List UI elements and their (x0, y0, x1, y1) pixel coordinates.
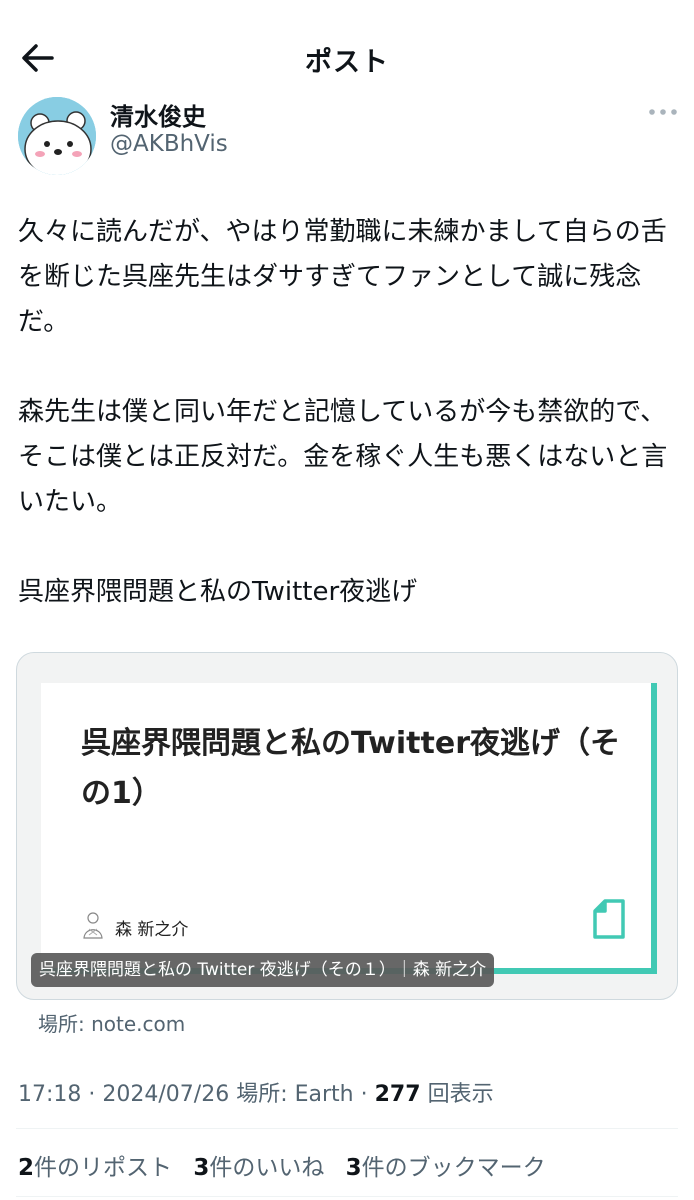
author-name[interactable]: 清水俊史 (110, 97, 206, 132)
post-date[interactable]: 2024/07/26 (102, 1082, 229, 1107)
note-document-icon (593, 899, 625, 939)
link-card[interactable]: 呉座界隈問題と私のTwitter夜逃げ（その1） 森 新之介 呉座界隈問題と私の… (16, 652, 678, 1000)
post-text: 久々に読んだが、やはり常勤職に未練かまして自らの舌を断じた呉座先生はダサすぎてフ… (18, 210, 678, 615)
bear-avatar-icon (18, 97, 96, 175)
views-count: 277 (374, 1082, 421, 1107)
divider (16, 1196, 678, 1197)
views-label: 回表示 (427, 1082, 494, 1107)
card-author: 森 新之介 (115, 920, 189, 940)
post-meta: 17:18 · 2024/07/26 場所: Earth · 277 回表示 (18, 1082, 494, 1107)
bookmarks-stat[interactable]: 3件のブックマーク (346, 1155, 546, 1181)
avatar[interactable] (18, 97, 96, 175)
post-paragraph: 呉座界隈問題と私のTwitter夜逃げ (18, 577, 418, 607)
more-dots-icon (649, 109, 677, 115)
likes-stat[interactable]: 3件のいいね (193, 1155, 324, 1181)
author-handle[interactable]: @AKBhVis (110, 131, 228, 157)
post-paragraph: 森先生は僕と同い年だと記憶しているが今も禁欲的で、そこは僕とは正反対だ。金を稼ぐ… (18, 397, 668, 517)
card-title: 呉座界隈問題と私のTwitter夜逃げ（その1） (81, 726, 620, 811)
card-caption: 呉座界隈問題と私の Twitter 夜逃げ（その１）｜森 新之介 (31, 953, 495, 987)
post-time[interactable]: 17:18 (18, 1082, 81, 1107)
post-location[interactable]: 場所: Earth (236, 1082, 353, 1107)
divider (16, 1128, 678, 1129)
header: ポスト (0, 0, 694, 115)
post-paragraph: 久々に読んだが、やはり常勤職に未練かまして自らの舌を断じた呉座先生はダサすぎてフ… (18, 217, 667, 337)
reposts-stat[interactable]: 2件のリポスト (18, 1155, 172, 1181)
card-thumbnail: 呉座界隈問題と私のTwitter夜逃げ（その1） 森 新之介 (41, 683, 657, 974)
page-title: ポスト (305, 47, 389, 78)
more-options-button[interactable] (648, 104, 678, 120)
engagement-stats: 2件のリポスト 3件のいいね 3件のブックマーク (18, 1148, 560, 1182)
card-source-link[interactable]: 場所: note.com (38, 1008, 185, 1037)
author-figure-icon (83, 912, 103, 939)
